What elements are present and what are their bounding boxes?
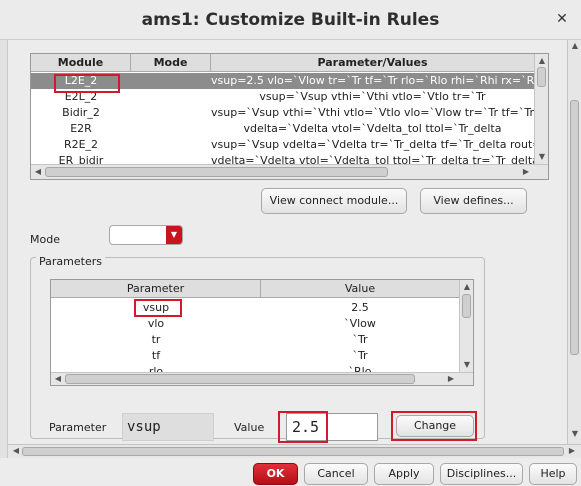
parameters-group-label: Parameters bbox=[36, 255, 105, 268]
module-highlight bbox=[54, 74, 120, 93]
mode-select[interactable]: ▼ bbox=[109, 225, 183, 245]
module-cell: Bidir_2 bbox=[62, 106, 100, 119]
ok-button[interactable]: OK bbox=[253, 463, 298, 485]
rules-vertical-scrollbar[interactable]: ▲ ▼ bbox=[534, 54, 548, 165]
left-edge bbox=[0, 40, 8, 458]
mode-cell bbox=[131, 137, 211, 153]
mode-cell bbox=[131, 73, 211, 89]
scroll-down-icon[interactable]: ▼ bbox=[461, 359, 473, 371]
mode-cell bbox=[131, 105, 211, 121]
values-cell: vdelta=`Vdelta vtol=`Vdelta_tol ttol=`Tr… bbox=[243, 122, 502, 135]
view-connect-module-button[interactable]: View connect module... bbox=[261, 188, 407, 214]
scroll-thumb[interactable] bbox=[22, 447, 564, 456]
values-cell: vsup=`Vsup vdelta=`Vdelta tr=`Tr_delta t… bbox=[211, 138, 534, 151]
table-row[interactable]: Bidir_2 vsup=`Vsup vthi=`Vthi vtlo=`Vtlo… bbox=[31, 105, 534, 121]
column-module[interactable]: Module bbox=[31, 54, 131, 72]
close-icon[interactable]: ✕ bbox=[551, 9, 573, 31]
mode-cell bbox=[131, 121, 211, 137]
mode-cell bbox=[131, 89, 211, 105]
parameter-label: Parameter bbox=[49, 421, 107, 434]
dropdown-arrow-icon[interactable]: ▼ bbox=[166, 226, 182, 244]
value-cell: 2.5 bbox=[351, 301, 369, 314]
scroll-up-icon[interactable]: ▲ bbox=[461, 281, 473, 293]
column-parameter[interactable]: Parameter bbox=[51, 280, 261, 298]
values-cell: vsup=`Vsup vthi=`Vthi vtlo=`Vtlo tr=`Tr bbox=[259, 90, 486, 103]
scroll-thumb[interactable] bbox=[570, 100, 579, 355]
dialog-horizontal-scrollbar[interactable]: ◀ ▶ bbox=[8, 444, 581, 458]
title-bar: ams1: Customize Built-in Rules ✕ bbox=[0, 0, 581, 40]
table-row[interactable]: E2R vdelta=`Vdelta vtol=`Vdelta_tol ttol… bbox=[31, 121, 534, 137]
scroll-thumb[interactable] bbox=[65, 374, 415, 384]
values-cell: vsup=2.5 vlo=`Vlow tr=`Tr tf=`Tr rlo=`Rl… bbox=[211, 74, 534, 87]
scroll-thumb[interactable] bbox=[45, 167, 388, 177]
mode-label: Mode bbox=[30, 233, 60, 246]
rules-table: Module Mode Parameter/Values L2E_2 vsup=… bbox=[30, 53, 549, 180]
scroll-thumb[interactable] bbox=[537, 67, 546, 87]
dialog-vertical-scrollbar[interactable]: ▲ ▼ bbox=[567, 40, 581, 445]
window-title: ams1: Customize Built-in Rules bbox=[141, 10, 440, 30]
parameter-cell: vlo bbox=[147, 317, 165, 330]
parameter-name-field: vsup bbox=[122, 413, 214, 441]
column-parameter-values[interactable]: Parameter/Values bbox=[211, 54, 534, 72]
table-row[interactable]: vsup 2.5 bbox=[51, 300, 459, 316]
rules-horizontal-scrollbar[interactable]: ◀ ▶ bbox=[31, 164, 548, 179]
column-value[interactable]: Value bbox=[261, 280, 459, 298]
scroll-right-icon[interactable]: ▶ bbox=[520, 166, 532, 178]
parameters-vertical-scrollbar[interactable]: ▲ ▼ bbox=[459, 280, 473, 372]
value-cell: `Vlow bbox=[344, 317, 376, 330]
values-cell: vsup=`Vsup vthi=`Vthi vtlo=`Vtlo vlo=`Vl… bbox=[211, 106, 534, 119]
parameters-table: Parameter Value vsup 2.5 vlo `Vlow tr `T… bbox=[50, 279, 474, 386]
parameter-cell: tr bbox=[151, 333, 161, 346]
scroll-thumb[interactable] bbox=[462, 294, 471, 318]
cancel-button[interactable]: Cancel bbox=[304, 463, 368, 485]
table-row[interactable]: R2E_2 vsup=`Vsup vdelta=`Vdelta tr=`Tr_d… bbox=[31, 137, 534, 153]
scroll-up-icon[interactable]: ▲ bbox=[536, 55, 548, 67]
parameter-highlight bbox=[134, 299, 182, 317]
scroll-right-icon[interactable]: ▶ bbox=[566, 445, 578, 457]
disciplines-button[interactable]: Disciplines... bbox=[440, 463, 523, 485]
parameters-horizontal-scrollbar[interactable]: ◀ ▶ bbox=[51, 372, 473, 385]
scroll-left-icon[interactable]: ◀ bbox=[10, 445, 22, 457]
rules-table-header: Module Mode Parameter/Values bbox=[31, 54, 548, 72]
scroll-left-icon[interactable]: ◀ bbox=[52, 373, 64, 385]
help-button[interactable]: Help bbox=[529, 463, 577, 485]
value-cell: `Tr bbox=[352, 333, 368, 346]
value-label: Value bbox=[234, 421, 265, 434]
table-row[interactable]: tr `Tr bbox=[51, 332, 459, 348]
parameter-cell: tf bbox=[151, 349, 161, 362]
scroll-down-icon[interactable]: ▼ bbox=[569, 428, 581, 440]
table-row[interactable]: tf `Tr bbox=[51, 348, 459, 364]
value-highlight bbox=[278, 411, 328, 443]
module-cell: E2R bbox=[70, 122, 92, 135]
scroll-right-icon[interactable]: ▶ bbox=[445, 373, 457, 385]
view-defines-button[interactable]: View defines... bbox=[420, 188, 527, 214]
column-mode[interactable]: Mode bbox=[131, 54, 211, 72]
scroll-down-icon[interactable]: ▼ bbox=[536, 151, 548, 163]
parameters-table-header: Parameter Value bbox=[51, 280, 473, 298]
apply-button[interactable]: Apply bbox=[374, 463, 434, 485]
table-row[interactable]: vlo `Vlow bbox=[51, 316, 459, 332]
module-cell: R2E_2 bbox=[63, 138, 99, 151]
dialog-content: ▲ ▼ Module Mode Parameter/Values L2E_2 v… bbox=[0, 40, 581, 458]
value-cell: `Tr bbox=[352, 349, 368, 362]
scroll-left-icon[interactable]: ◀ bbox=[32, 166, 44, 178]
change-highlight bbox=[391, 411, 477, 441]
scroll-up-icon[interactable]: ▲ bbox=[569, 40, 581, 52]
